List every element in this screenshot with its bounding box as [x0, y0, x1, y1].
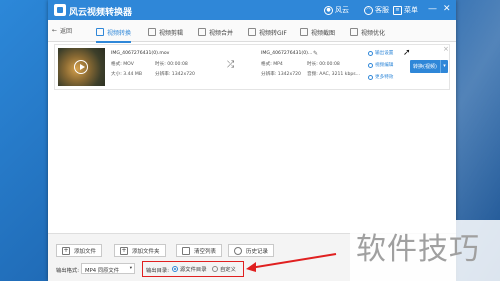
video-thumbnail[interactable]	[58, 48, 105, 86]
add-folder-label: 添加文件夹	[132, 248, 160, 255]
login-button[interactable]: ● 风云	[324, 5, 349, 15]
output-format-value: MP4 同原文件	[85, 268, 120, 274]
sliders-icon	[350, 28, 358, 36]
tab-video-screenshot[interactable]: 视频截图	[300, 25, 335, 39]
effects-label: 更多特效	[375, 75, 394, 80]
convert-icon	[96, 28, 104, 36]
tab-label: 视频剪辑	[159, 29, 184, 37]
support-button[interactable]: ◠ 客服	[364, 5, 389, 15]
output-format-label: 输出格式:	[56, 268, 79, 274]
source-resolution: 分辨率: 1342x720	[155, 72, 195, 77]
output-duration: 时长: 00:00:08	[307, 62, 340, 67]
menu-button[interactable]: ≡ 菜单	[393, 5, 418, 15]
clock-icon	[234, 246, 242, 255]
camera-icon	[300, 28, 308, 36]
add-file-icon: +	[62, 246, 70, 255]
output-settings-link[interactable]: 输出设置	[368, 50, 393, 56]
radio-label: 自定义	[220, 267, 236, 273]
tab-video-optimize[interactable]: 视频优化	[350, 25, 385, 39]
add-file-label: 添加文件	[74, 248, 97, 255]
watermark-text: 软件技巧	[356, 232, 480, 267]
output-format: 格式: MP4	[261, 62, 283, 67]
output-resolution: 分辨率: 1342x720	[261, 72, 301, 77]
file-list-item[interactable]: IMG_4067276431(0).mov 格式: MOV 时长: 00:00:…	[54, 44, 450, 90]
tab-video-to-gif[interactable]: 视频转GIF	[248, 25, 287, 39]
effects-icon	[368, 74, 373, 80]
add-folder-button[interactable]: + 添加文件夹	[114, 244, 166, 257]
radio-custom-dir[interactable]: 自定义	[212, 265, 236, 273]
tab-video-edit[interactable]: 视频剪辑	[148, 25, 183, 39]
source-filename: IMG_4067276431(0).mov	[111, 51, 170, 56]
minimize-button[interactable]: —	[428, 4, 437, 14]
tab-video-merge[interactable]: 视频合并	[198, 25, 233, 39]
close-window-button[interactable]: ✕	[443, 4, 451, 14]
login-label: 风云	[335, 6, 349, 14]
support-label: 客服	[375, 6, 389, 14]
tab-label: 视频优化	[361, 29, 386, 37]
chevron-down-icon[interactable]: ▾	[440, 60, 448, 73]
history-label: 历史记录	[246, 248, 269, 255]
edit-icon	[368, 62, 373, 68]
tab-video-convert[interactable]: 视频转换	[96, 25, 132, 43]
clear-list-label: 清空列表	[194, 248, 217, 255]
convert-button[interactable]: 转换(视频) ▾	[410, 60, 448, 73]
effects-link[interactable]: 更多特效	[368, 74, 393, 80]
add-folder-icon: +	[120, 246, 128, 255]
gear-icon	[368, 50, 373, 56]
menu-icon: ≡	[393, 5, 402, 15]
mouse-cursor-icon: ➚	[403, 48, 411, 58]
trash-icon	[182, 246, 190, 255]
output-filename: IMG_4067276431(0)...	[261, 51, 313, 56]
source-size: 大小: 3.44 MB	[111, 72, 142, 77]
edit-label: 视频编辑	[375, 63, 394, 68]
play-icon[interactable]	[74, 60, 88, 74]
back-button[interactable]: ← 返回	[52, 26, 72, 35]
video-edit-link[interactable]: 视频编辑	[368, 62, 393, 68]
settings-label: 输出设置	[375, 51, 394, 56]
source-duration: 时长: 00:00:08	[155, 62, 188, 67]
tab-label: 视频转换	[107, 29, 132, 37]
arrow-left-icon: ←	[52, 27, 58, 34]
user-icon: ●	[324, 5, 333, 15]
app-title: 风云视频转换器	[69, 8, 133, 18]
tool-navbar: ← 返回 视频转换 视频剪辑 视频合并 视频转GIF 视频截图 视频优化	[48, 20, 456, 43]
radio-checked-icon	[172, 266, 178, 272]
add-file-button[interactable]: + 添加文件	[56, 244, 103, 257]
pencil-icon[interactable]: ✎	[313, 50, 318, 57]
tab-label: 视频转GIF	[259, 29, 287, 37]
output-format-select[interactable]: MP4 同原文件 ▾	[81, 263, 135, 274]
radio-unchecked-icon	[212, 266, 218, 272]
headset-icon: ◠	[364, 5, 373, 15]
radio-source-dir[interactable]: 源文件目录	[172, 265, 207, 273]
shuffle-arrow-icon: ⤮	[227, 60, 235, 70]
radio-label: 源文件目录	[180, 267, 207, 273]
merge-icon	[198, 28, 206, 36]
clear-list-button[interactable]: 清空列表	[176, 244, 223, 257]
title-bar: 风云视频转换器 ● 风云 ◠ 客服 ≡ 菜单 — ✕	[48, 0, 456, 20]
tab-label: 视频截图	[311, 29, 336, 37]
app-logo-icon	[54, 4, 66, 16]
history-button[interactable]: 历史记录	[228, 244, 275, 257]
menu-label: 菜单	[404, 6, 418, 14]
gif-icon	[248, 28, 256, 36]
scissors-icon	[148, 28, 156, 36]
convert-label: 转换(视频)	[413, 64, 437, 70]
output-dir-label: 输出目录:	[146, 268, 169, 274]
remove-file-button[interactable]: ×	[443, 45, 449, 53]
source-format: 格式: MOV	[111, 62, 134, 67]
output-audio: 音频: AAC, 3211 kbps...	[307, 72, 361, 77]
chevron-down-icon: ▾	[129, 266, 132, 271]
back-label: 返回	[60, 28, 73, 35]
tab-label: 视频合并	[209, 29, 234, 37]
